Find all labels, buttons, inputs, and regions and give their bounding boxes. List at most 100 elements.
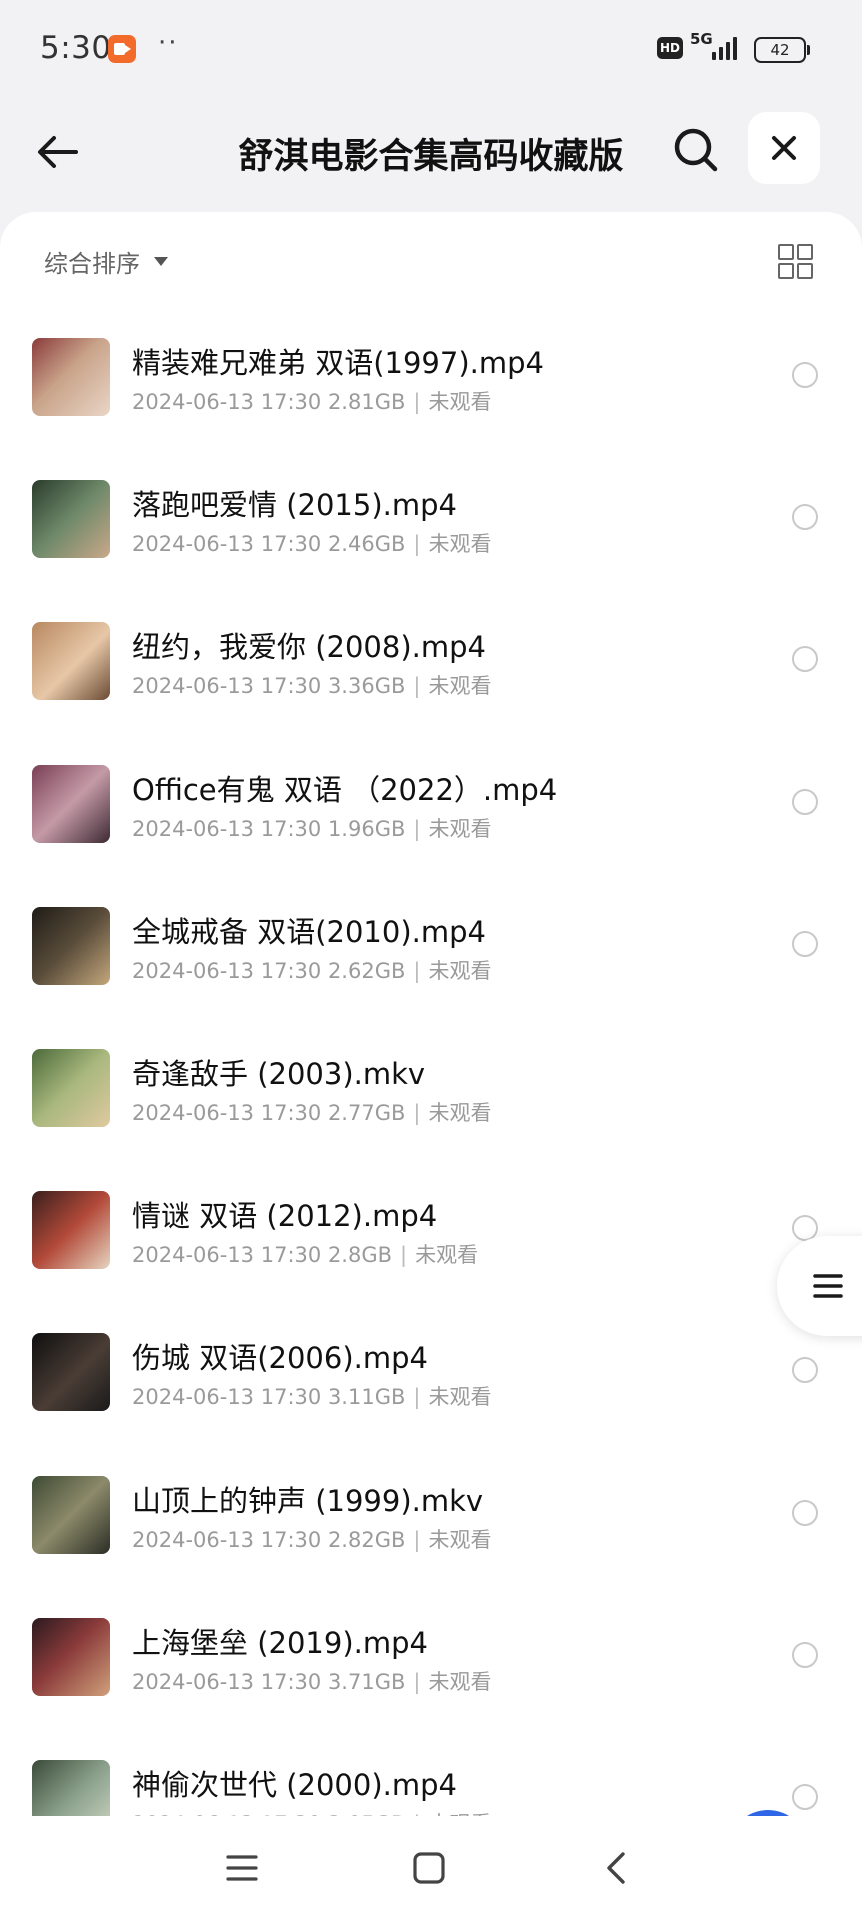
file-meta: 2024-06-13 17:30 3.11GB | 未观看 bbox=[132, 1381, 491, 1411]
arrow-left-icon bbox=[38, 136, 78, 168]
video-thumbnail bbox=[32, 338, 110, 416]
menu-lines-icon bbox=[813, 1274, 843, 1298]
select-radio[interactable] bbox=[792, 362, 818, 388]
file-meta: 2024-06-13 17:30 2.62GB | 未观看 bbox=[132, 955, 491, 985]
file-date: 2024-06-13 17:30 bbox=[132, 1385, 322, 1410]
file-row[interactable]: 落跑吧爱情 (2015).mp4 2024-06-13 17:30 2.46GB |… bbox=[0, 470, 862, 612]
status-time: 5:30 bbox=[40, 30, 112, 66]
file-row[interactable]: 神偷次世代 (2000).mp42024-06-13 17:30 3.05GB|… bbox=[0, 1750, 862, 1820]
file-name: 奇逢敌手 (2003).mkv bbox=[132, 1056, 426, 1091]
file-meta: 2024-06-13 17:30 1.96GB | 未观看 bbox=[132, 813, 491, 843]
signal-icon bbox=[712, 34, 742, 60]
file-meta: 2024-06-13 17:30 2.82GB | 未观看 bbox=[132, 1524, 491, 1554]
menu-icon bbox=[226, 1855, 258, 1881]
file-meta: 2024-06-13 17:30 2.46GB | 未观看 bbox=[132, 528, 491, 558]
watch-status: 未观看 bbox=[428, 958, 492, 983]
file-row[interactable]: Office有鬼 双语 （2022）.mp4 2024-06-13 17:30 1… bbox=[0, 755, 862, 897]
meta-divider: | bbox=[413, 532, 421, 557]
select-radio[interactable] bbox=[792, 646, 818, 673]
sort-label: 综合排序 bbox=[44, 250, 140, 278]
status-more-dots: ·· bbox=[158, 28, 179, 58]
select-radio[interactable] bbox=[792, 1783, 818, 1810]
nav-menu-button[interactable] bbox=[220, 1846, 264, 1890]
file-size: 2.77GB bbox=[327, 1100, 406, 1125]
video-thumbnail bbox=[32, 1048, 110, 1127]
file-size: 2.81GB bbox=[327, 390, 406, 414]
file-row[interactable]: 全城戒备 双语(2010).mp4 2024-06-13 17:30 2.62GB… bbox=[0, 897, 862, 1039]
watch-status: 未观看 bbox=[428, 390, 492, 414]
watch-status: 未观看 bbox=[428, 532, 492, 557]
watch-status: 未观看 bbox=[415, 1243, 479, 1268]
file-row[interactable]: 上海堡垒 (2019).mp4 2024-06-13 17:30 3.71GB | 未… bbox=[0, 1608, 862, 1750]
file-row[interactable]: 山顶上的钟声 (1999).mkv 2024-06-13 17:30 2.82GB… bbox=[0, 1466, 862, 1608]
file-size: 2.8GB bbox=[327, 1243, 393, 1268]
search-icon bbox=[674, 128, 718, 172]
video-thumbnail bbox=[32, 764, 110, 843]
sort-dropdown[interactable]: 综合排序 bbox=[44, 244, 168, 279]
file-size: 3.11GB bbox=[327, 1385, 406, 1410]
file-name: 纽约，我爱你 (2008).mp4 bbox=[132, 630, 486, 665]
sort-bar: 综合排序 bbox=[0, 212, 862, 312]
file-size: 3.36GB bbox=[327, 674, 406, 699]
nav-home-button[interactable] bbox=[407, 1846, 451, 1890]
select-radio[interactable] bbox=[792, 504, 818, 531]
meta-divider: | bbox=[413, 816, 421, 841]
file-list-panel: 综合排序 精装难兄难弟 双语(1997).mp4 2024-06-13 17:30… bbox=[0, 212, 862, 1820]
file-date: 2024-06-13 17:30 bbox=[132, 1669, 322, 1694]
screen-recorder-icon bbox=[108, 35, 136, 63]
file-meta: 2024-06-13 17:30 2.77GB | 未观看 bbox=[132, 1097, 491, 1127]
home-square-icon bbox=[413, 1852, 445, 1884]
watch-status: 未观看 bbox=[428, 674, 492, 699]
file-row[interactable]: 奇逢敌手 (2003).mkv 2024-06-13 17:30 2.77GB | 未… bbox=[0, 1039, 862, 1181]
search-button[interactable] bbox=[666, 120, 726, 180]
file-name: 全城戒备 双语(2010).mp4 bbox=[132, 914, 486, 949]
file-row[interactable]: 伤城 双语(2006).mp4 2024-06-13 17:30 3.11GB | 未… bbox=[0, 1323, 862, 1465]
meta-divider: | bbox=[413, 674, 421, 699]
network-type: 5G bbox=[690, 30, 713, 48]
close-button[interactable] bbox=[748, 112, 820, 184]
file-name: 精装难兄难弟 双语(1997).mp4 bbox=[132, 346, 544, 380]
select-radio[interactable] bbox=[792, 1357, 818, 1384]
file-meta: 2024-06-13 17:30 3.71GB | 未观看 bbox=[132, 1666, 491, 1696]
select-radio[interactable] bbox=[792, 1499, 818, 1526]
system-nav-bar bbox=[0, 1816, 862, 1920]
battery-icon: 42 bbox=[754, 37, 810, 63]
select-radio[interactable] bbox=[792, 1641, 818, 1668]
video-thumbnail bbox=[32, 906, 110, 985]
file-name: 伤城 双语(2006).mp4 bbox=[132, 1341, 428, 1376]
file-name: 情谜 双语 (2012).mp4 bbox=[132, 1199, 438, 1234]
file-name: 山顶上的钟声 (1999).mkv bbox=[132, 1483, 484, 1518]
file-name: 落跑吧爱情 (2015).mp4 bbox=[132, 488, 457, 523]
video-thumbnail bbox=[32, 1333, 110, 1412]
meta-divider: | bbox=[413, 958, 421, 983]
video-thumbnail bbox=[32, 1617, 110, 1696]
file-date: 2024-06-13 17:30 bbox=[132, 390, 322, 414]
video-thumbnail bbox=[32, 480, 110, 559]
file-row[interactable]: 情谜 双语 (2012).mp4 2024-06-13 17:30 2.8GB | 未… bbox=[0, 1181, 862, 1323]
close-icon bbox=[772, 136, 796, 160]
watch-status: 未观看 bbox=[428, 1100, 492, 1125]
video-thumbnail bbox=[32, 1759, 110, 1820]
select-radio[interactable] bbox=[792, 788, 818, 815]
grid-view-button[interactable] bbox=[778, 244, 814, 280]
watch-status: 未观看 bbox=[428, 1669, 492, 1694]
video-thumbnail bbox=[32, 1475, 110, 1554]
file-size: 2.82GB bbox=[327, 1527, 406, 1552]
file-row[interactable]: 纽约，我爱你 (2008).mp4 2024-06-13 17:30 3.36GB… bbox=[0, 612, 862, 754]
nav-back-button[interactable] bbox=[594, 1846, 638, 1890]
file-name: Office有鬼 双语 （2022）.mp4 bbox=[132, 772, 558, 807]
back-chevron-icon bbox=[607, 1852, 625, 1884]
file-size: 2.62GB bbox=[327, 958, 406, 983]
back-button[interactable] bbox=[30, 124, 86, 180]
meta-divider: | bbox=[413, 1100, 421, 1125]
meta-divider: | bbox=[413, 390, 421, 414]
select-radio[interactable] bbox=[792, 930, 818, 957]
file-date: 2024-06-13 17:30 bbox=[132, 532, 322, 557]
video-thumbnail bbox=[32, 622, 110, 701]
file-row[interactable]: 精装难兄难弟 双语(1997).mp4 2024-06-13 17:30 2.81… bbox=[0, 328, 862, 470]
caret-down-icon bbox=[154, 257, 168, 266]
file-meta: 2024-06-13 17:30 2.81GB | 未观看 bbox=[132, 386, 491, 416]
app-header: 舒淇电影合集高码收藏版 bbox=[0, 100, 862, 210]
status-bar: 5:30 ·· HD 5G 42 bbox=[0, 0, 862, 100]
meta-divider: | bbox=[400, 1243, 408, 1268]
